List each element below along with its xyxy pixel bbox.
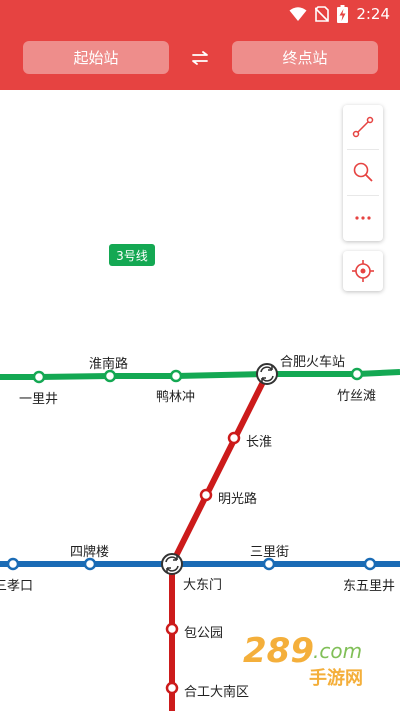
label-sanlijie: 三里街 <box>250 545 290 560</box>
station-sipailou[interactable] <box>83 557 97 571</box>
label-dadongmen: 大东门 <box>183 578 223 593</box>
watermark-number: 289 <box>243 631 314 671</box>
station-mingguanglu[interactable] <box>199 488 213 502</box>
watermark-subtitle: 手游网 <box>309 667 363 689</box>
locate-icon <box>352 260 374 282</box>
station-baogongyuan[interactable] <box>165 622 179 636</box>
label-huainanlu: 淮南路 <box>89 357 129 372</box>
station-yilijing[interactable] <box>32 370 46 384</box>
no-sim-icon <box>315 6 330 22</box>
line3-track <box>0 369 400 380</box>
status-time: 2:24 <box>356 5 390 23</box>
transfer-dadongmen-icon[interactable] <box>161 553 183 575</box>
map-toolbar <box>343 105 383 241</box>
station-xiaokou[interactable] <box>6 557 20 571</box>
end-station-button[interactable]: 终点站 <box>232 41 378 74</box>
station-hegongdananqu[interactable] <box>165 681 179 695</box>
label-xiaokou: 三孝口 <box>0 579 34 594</box>
route-button[interactable] <box>343 105 383 149</box>
station-zhusitan[interactable] <box>350 367 364 381</box>
label-zhusitan: 竹丝滩 <box>337 389 377 404</box>
more-icon <box>355 216 371 220</box>
locate-button[interactable] <box>343 251 383 291</box>
station-yalinchong[interactable] <box>169 369 183 383</box>
route-icon <box>352 116 374 138</box>
label-yilijing: 一里井 <box>19 392 59 407</box>
battery-charging-icon <box>337 5 349 23</box>
watermark-logo: 289 .com 手游网 <box>243 631 363 689</box>
watermark-domain: .com <box>313 639 362 663</box>
status-bar: 2:24 <box>0 0 400 28</box>
wifi-icon <box>289 7 307 21</box>
swap-arrows-icon[interactable] <box>189 47 211 69</box>
search-icon <box>353 162 373 182</box>
station-sanlijie[interactable] <box>262 557 276 571</box>
station-huainanlu[interactable] <box>103 369 117 383</box>
line3-badge[interactable]: 3号线 <box>109 244 155 266</box>
label-baogongyuan: 包公园 <box>184 626 224 641</box>
station-changhuai[interactable] <box>227 431 241 445</box>
label-yalinchong: 鸭林冲 <box>156 390 196 405</box>
label-changhuai: 长淮 <box>246 435 273 450</box>
label-sipailou: 四牌楼 <box>70 545 110 560</box>
search-button[interactable] <box>343 150 383 194</box>
label-hefeihuochezhan: 合肥火车站 <box>280 355 346 370</box>
start-station-button[interactable]: 起始站 <box>23 41 169 74</box>
label-mingguanglu: 明光路 <box>218 492 258 507</box>
label-dongwulijing: 东五里井 <box>343 579 396 594</box>
transfer-hefeihuochezhan-icon[interactable] <box>256 363 278 385</box>
station-dongwulijing[interactable] <box>363 557 377 571</box>
more-button[interactable] <box>343 196 383 240</box>
